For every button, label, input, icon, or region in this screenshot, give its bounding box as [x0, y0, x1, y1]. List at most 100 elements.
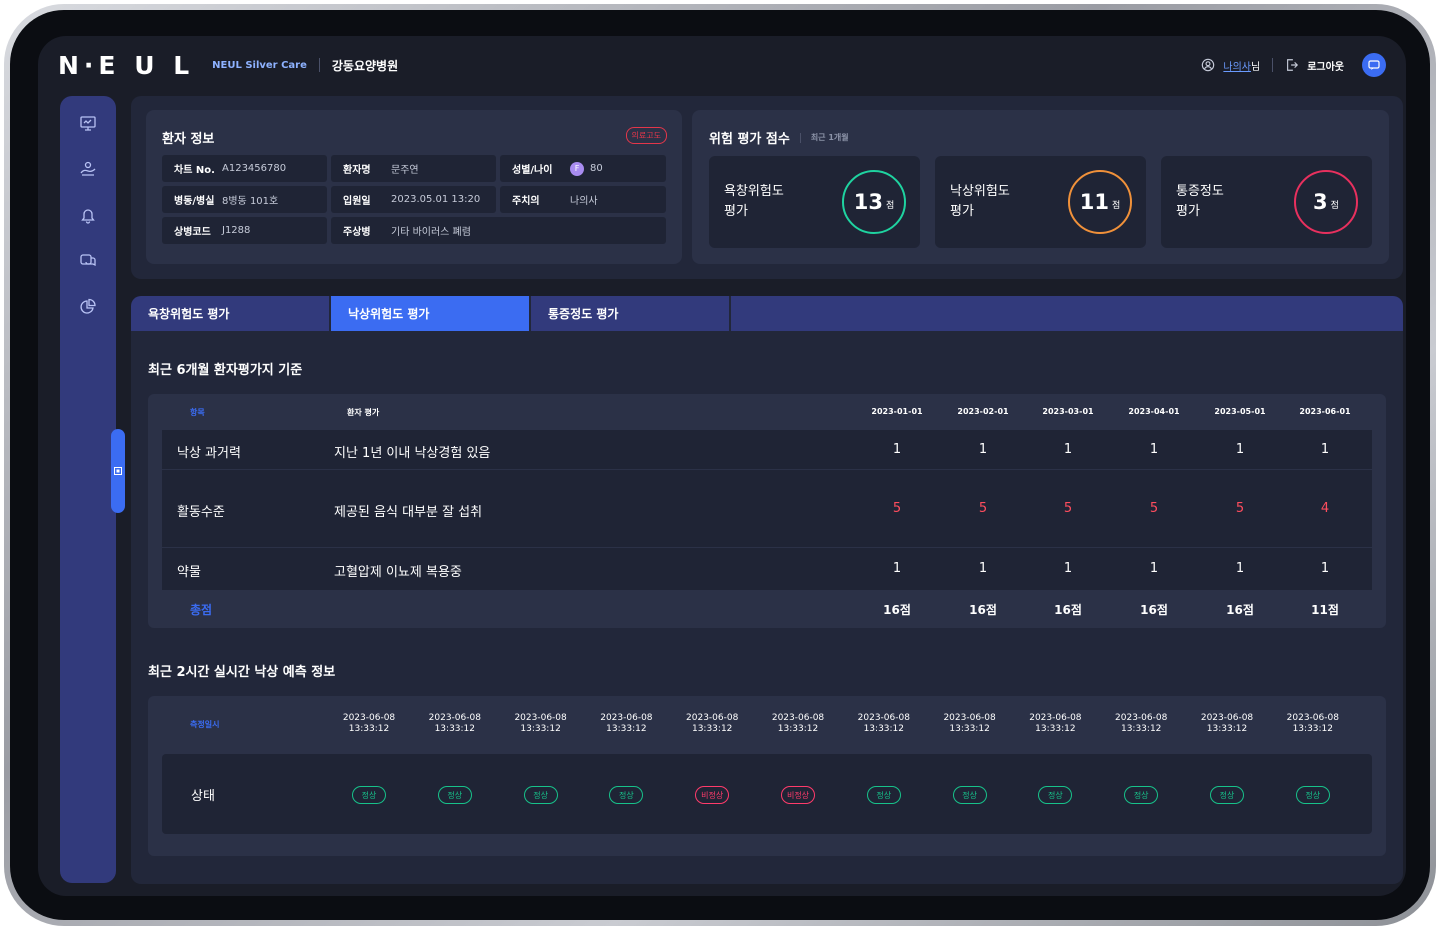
pain-score[interactable]: 통증정도 평가 3점 — [1161, 156, 1372, 248]
tab-fall-risk[interactable]: 낙상위험도 평가 — [331, 296, 531, 331]
bell-icon — [81, 209, 95, 224]
main-disease-label: 주상병 — [343, 227, 371, 238]
user-greeting[interactable]: 나의사님 — [1223, 58, 1260, 73]
timestamp-date: 2023-06-08 — [943, 713, 996, 723]
table-row: 낙상 과거력 지난 1년 이내 낙상경험 있음 1 1 1 1 1 1 — [162, 430, 1372, 470]
timestamp-time: 13:33:12 — [949, 724, 990, 734]
timestamp-date: 2023-06-08 — [857, 713, 910, 723]
row-value: 1 — [978, 442, 988, 457]
prediction-body: 상태 정상 정상 정상 정상 비정상 비정상 정상 정상 정상 정상 정상 정상 — [162, 754, 1372, 834]
table-row: 약물 고혈압제 이뇨제 복용중 1 1 1 1 1 1 — [162, 548, 1372, 590]
tab-pain[interactable]: 통증정도 평가 — [531, 296, 731, 331]
app-header: N·E U L NEUL Silver Care 강동요양병원 나의사님 로그아… — [38, 36, 1406, 94]
row-item: 활동수준 — [177, 505, 225, 520]
score-label: 통증정도 평가 — [1176, 182, 1224, 222]
timestamp-date: 2023-06-08 — [600, 713, 653, 723]
table-row: 활동수준 제공된 음식 대부분 잘 섭취 5 5 5 5 5 4 — [162, 470, 1372, 548]
prediction-table: 측정일시 2023-06-08 13:33:12 2023-06-08 13:33:1… — [148, 696, 1386, 856]
score-label: 욕창위험도 평가 — [724, 182, 784, 222]
status-badge: 정상 — [1038, 786, 1073, 804]
doctor-label: 주치의 — [512, 196, 540, 207]
timestamp-date: 2023-06-08 — [428, 713, 481, 723]
fall-risk-score[interactable]: 낙상위험도 평가 11 점 — [935, 156, 1146, 248]
row-item: 낙상 과거력 — [177, 446, 241, 461]
message-button[interactable] — [1362, 53, 1386, 77]
table-body: 낙상 과거력 지난 1년 이내 낙상경험 있음 1 1 1 1 1 1 활동수준… — [162, 430, 1372, 590]
timestamp-header: 2023-06-08 13:33:12 — [591, 713, 661, 735]
user-icon — [1202, 58, 1215, 72]
timestamp-date: 2023-06-08 — [1200, 713, 1254, 723]
app-screen: N·E U L NEUL Silver Care 강동요양병원 나의사님 로그아… — [38, 36, 1406, 896]
monitor-icon — [80, 116, 96, 131]
row-value: 5 — [1235, 501, 1245, 516]
status-badge: 정상 — [1124, 786, 1159, 804]
tab-content: 최근 6개월 환자평가지 기준 항목 환자 평가 2023-01-01 2023… — [131, 331, 1403, 884]
timestamp-date: 2023-06-08 — [1115, 713, 1168, 723]
total-value: 16점 — [1054, 603, 1082, 617]
timestamp-time: 13:33:12 — [520, 724, 561, 734]
timestamp-header: 2023-06-08 13:33:12 — [334, 713, 404, 735]
status-badge: 정상 — [952, 786, 987, 804]
status-row-label: 상태 — [191, 789, 215, 804]
tab-pressure-ulcer[interactable]: 욕창위험도 평가 — [131, 296, 331, 331]
risk-score-header: 위험 평가 점수 최근 1개월 — [709, 128, 849, 147]
care-level-badge: 의료고도 — [625, 127, 667, 144]
row-value: 1 — [892, 442, 902, 457]
status-badge: 정상 — [609, 786, 644, 804]
score-value: 11 — [1079, 190, 1109, 214]
timestamp-time: 13:33:12 — [1035, 724, 1076, 734]
sidebar-item-consult[interactable] — [60, 238, 116, 284]
score-ring: 11 점 — [1068, 170, 1132, 234]
status-badge: 정상 — [437, 786, 472, 804]
disease-code-cell: 상병코드 J1288 — [162, 217, 327, 244]
score-label-line1: 통증정도 — [1176, 184, 1224, 199]
ward-value: 8병동 101호 — [222, 196, 279, 207]
logout-icon[interactable] — [1285, 58, 1299, 72]
total-value: 16점 — [969, 603, 997, 617]
sidebar-item-stats[interactable] — [60, 284, 116, 330]
main-disease-cell: 주상병 기타 바이러스 폐렴 — [331, 217, 666, 244]
sidebar-item-care[interactable] — [60, 146, 116, 192]
admission-cell: 입원일 2023.05.01 13:20 — [331, 186, 496, 213]
row-value: 1 — [1149, 561, 1159, 576]
row-value: 1 — [1320, 561, 1330, 576]
user-name-link[interactable]: 나의사 — [1223, 62, 1251, 73]
pressure-ulcer-score[interactable]: 욕창위험도 평가 13 점 — [709, 156, 920, 248]
hospital-name: 강동요양병원 — [331, 58, 399, 73]
chart-no-label: 차트 No. — [174, 165, 215, 176]
patient-name-cell: 환자명 문주연 — [331, 155, 496, 182]
care-hand-icon — [80, 161, 96, 176]
patient-info-row: 상병코드 J1288 주상병 기타 바이러스 폐렴 — [162, 217, 666, 244]
assessment-tabs: 욕창위험도 평가 낙상위험도 평가 통증정도 평가 — [131, 296, 1403, 331]
sidebar-item-monitor[interactable] — [60, 100, 116, 146]
status-badge: 비정상 — [695, 786, 730, 804]
sidebar-item-alarm[interactable] — [60, 192, 116, 238]
assessment-table: 항목 환자 평가 2023-01-01 2023-02-01 2023-03-0… — [148, 394, 1386, 628]
timestamp-time: 13:33:12 — [434, 724, 475, 734]
risk-score-card: 위험 평가 점수 최근 1개월 욕창위험도 평가 13 점 낙상위험도 평가 11 점 … — [692, 110, 1389, 264]
disease-code-label: 상병코드 — [174, 227, 211, 238]
date-header: 2023-01-01 — [871, 407, 923, 416]
score-unit: 점 — [1330, 200, 1339, 211]
row-value: 1 — [1235, 561, 1245, 576]
prediction-header: 측정일시 2023-06-08 13:33:12 2023-06-08 13:33:1… — [148, 696, 1386, 754]
patient-name-label: 환자명 — [343, 165, 371, 176]
score-unit: 점 — [1111, 200, 1121, 211]
age-value: 80 — [590, 163, 603, 174]
score-label: 낙상위험도 평가 — [950, 182, 1010, 222]
gender-age-label: 성별/나이 — [512, 165, 553, 176]
patient-info-row: 병동/병실 8병동 101호 입원일 2023.05.01 13:20 주치의 나의사 — [162, 186, 666, 213]
sidebar-toggle-handle[interactable] — [111, 429, 125, 513]
row-value: 1 — [1149, 442, 1159, 457]
summary-panel: 환자 정보 의료고도 차트 No. A123456780 환자명 문주연 성별/나이… — [131, 96, 1403, 279]
logout-button[interactable]: 로그아웃 — [1307, 58, 1344, 73]
admission-value: 2023.05.01 13:20 — [391, 194, 481, 205]
score-label-line1: 욕창위험도 — [724, 184, 784, 199]
app-logo[interactable]: N·E U L — [58, 51, 194, 80]
header-divider-2 — [1272, 58, 1274, 72]
timestamp-time: 13:33:12 — [691, 724, 733, 734]
total-value: 16점 — [1140, 603, 1168, 617]
patient-info-title: 환자 정보 — [162, 132, 215, 147]
table-header: 항목 환자 평가 2023-01-01 2023-02-01 2023-03-0… — [148, 394, 1386, 430]
total-label: 총점 — [190, 603, 213, 617]
